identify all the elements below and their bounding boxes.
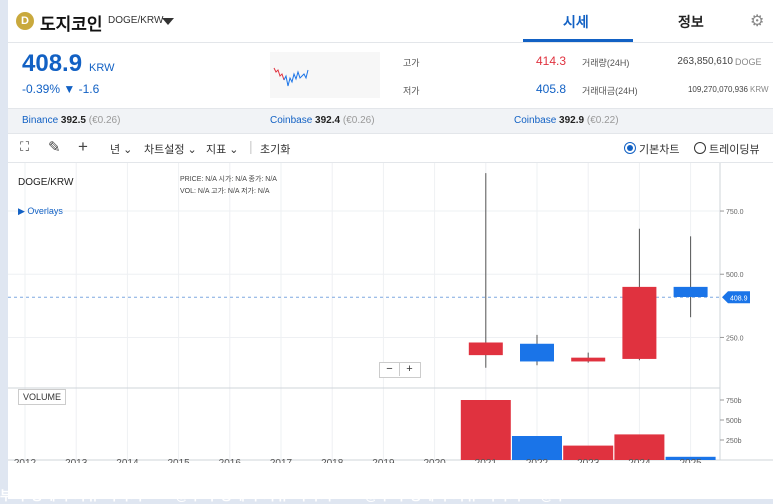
x-tick-label: 2017 — [270, 458, 293, 463]
indicators-button[interactable]: 지표 ⌄ — [206, 141, 239, 157]
x-tick-label: 2020 — [423, 458, 446, 463]
x-tick-label: 2023 — [577, 458, 600, 463]
chart-toolbar: ⛶ ✎ + 년 ⌄ 차트설정 ⌄ 지표 ⌄ | 초기화 기본차트 트레이딩뷰 — [8, 134, 773, 163]
volume-24h-unit: DOGE — [735, 57, 762, 67]
period-select[interactable]: 년 ⌄ — [110, 141, 132, 157]
price-change: -0.39% ▼ -1.6 — [22, 82, 100, 96]
watermark: 부의 경제적 자유 이야기 @부의 경제적 자유 이야기 @부의 경제적 자유 … — [0, 488, 568, 503]
tradingview-label[interactable]: 트레이딩뷰 — [709, 141, 760, 157]
tab-info[interactable]: 정보 — [678, 12, 704, 32]
sparkline-up-segment — [273, 67, 285, 81]
price-unit: KRW — [89, 62, 115, 74]
basic-chart-radio[interactable] — [624, 142, 636, 154]
tradingview-radio[interactable] — [694, 142, 706, 154]
tab-quote[interactable]: 시세 — [563, 12, 589, 32]
chart-pair-label: DOGE/KRW — [18, 177, 74, 188]
toolbar-divider: | — [249, 138, 253, 154]
reset-button[interactable]: 초기화 — [260, 141, 290, 157]
x-tick-label: 2022 — [526, 458, 549, 463]
exchange-item[interactable]: Coinbase 392.9 (€0.22) — [514, 115, 619, 126]
volume-24h-value: 263,850,610 — [677, 56, 733, 67]
pencil-icon[interactable]: ✎ — [48, 138, 61, 156]
chevron-down-icon[interactable] — [162, 18, 174, 25]
ohlc-line-1: PRICE: N/A 시가: N/A 종가: N/A — [180, 176, 277, 183]
chart-panel: D 도지코인 DOGE/KRW 시세 정보 ⚙ 408.9 KRW -0.39%… — [0, 0, 773, 503]
x-tick-label: 2016 — [219, 458, 242, 463]
sparkline-down-segment — [283, 69, 309, 87]
chart-settings-button[interactable]: 차트설정 ⌄ — [144, 141, 197, 157]
overlays-toggle[interactable]: ▶ Overlays — [18, 206, 63, 217]
volume-24h-label: 거래량(24H) — [582, 58, 630, 68]
doge-logo-icon: D — [16, 12, 34, 30]
high-label: 고가 — [403, 58, 420, 68]
ohlc-line-2: VOL: N/A 고가: N/A 저가: N/A — [180, 188, 270, 195]
exchange-item[interactable]: Coinbase 392.4 (€0.26) — [270, 115, 375, 126]
current-price: 408.9 — [22, 50, 83, 77]
fullscreen-icon[interactable]: ⛶ — [20, 139, 29, 155]
exchange-name: Coinbase — [514, 115, 557, 126]
high-value: 414.3 — [535, 54, 566, 68]
exchange-price: 392.4 — [315, 115, 341, 126]
exchange-sub: (€0.22) — [586, 115, 619, 126]
volume-label: VOLUME — [18, 389, 67, 405]
x-tick-label: 2015 — [167, 458, 190, 463]
amount-24h-value: 109,270,070,936 — [687, 85, 748, 94]
candle-body[interactable] — [673, 286, 708, 297]
x-tick-label: 2024 — [628, 458, 651, 463]
y-tick-label: 500.0 — [726, 272, 744, 279]
volume-bar[interactable] — [460, 400, 511, 460]
basic-chart-label[interactable]: 기본차트 — [639, 141, 679, 157]
y-tick-label: 750.0 — [726, 209, 744, 216]
candle-body[interactable] — [571, 357, 606, 362]
tab-active-underline — [523, 39, 633, 42]
volume-bar[interactable] — [614, 434, 665, 460]
x-tick-label: 2014 — [116, 458, 139, 463]
exchange-price: 392.5 — [60, 115, 86, 126]
volume-bar[interactable] — [512, 436, 562, 460]
low-value: 405.8 — [535, 82, 566, 96]
exchange-sub: (€0.26) — [88, 115, 121, 126]
amount-24h-label: 거래대금(24H) — [582, 86, 638, 96]
volume-tick-label: 750b — [726, 398, 742, 405]
sparkline-chart — [270, 52, 380, 98]
x-tick-label: 2018 — [321, 458, 344, 463]
candle-body[interactable] — [468, 342, 503, 356]
chart-svg[interactable]: 750.0 500.0 250.0 750b 500b 250b 408.9 2012 2013… — [8, 163, 773, 469]
x-tick-label: 2012 — [14, 458, 37, 463]
exchange-name: Coinbase — [270, 115, 313, 126]
sparkline-svg — [273, 67, 309, 87]
y-tick-label: 250.0 — [726, 335, 744, 342]
zoom-controls: − + — [379, 362, 421, 378]
candle-body[interactable] — [520, 343, 554, 362]
coin-pair[interactable]: DOGE/KRW — [108, 15, 163, 26]
indicators-label: 지표 — [206, 144, 227, 156]
volume-tick-label: 500b — [726, 418, 742, 425]
exchange-name: Binance — [22, 115, 59, 126]
crosshair-icon[interactable]: + — [78, 137, 88, 157]
current-price-tag-label: 408.9 — [730, 295, 748, 302]
coin-name[interactable]: 도지코인 — [40, 10, 103, 35]
amount-24h-unit: KRW — [750, 85, 769, 94]
exchange-price: 392.9 — [559, 115, 585, 126]
x-tick-label: 2025 — [679, 458, 702, 463]
x-tick-label: 2019 — [372, 458, 395, 463]
volume-tick-label: 250b — [726, 438, 742, 445]
x-tick-label: 2013 — [65, 458, 88, 463]
chart-settings-label: 차트설정 — [144, 144, 185, 156]
zoom-in-button[interactable]: + — [399, 363, 419, 376]
low-label: 저가 — [403, 86, 420, 96]
exchange-item[interactable]: Binance 392.5 (€0.26) — [22, 115, 120, 126]
x-tick-label: 2021 — [475, 458, 498, 463]
exchange-sub: (€0.26) — [342, 115, 375, 126]
candlestick-chart[interactable]: 750.0 500.0 250.0 750b 500b 250b 408.9 2012 2013… — [8, 163, 773, 469]
candle-body[interactable] — [622, 286, 657, 359]
gear-icon[interactable]: ⚙ — [750, 11, 764, 31]
exchange-price-bar: Binance 392.5 (€0.26) Coinbase 392.4 (€0… — [8, 108, 773, 134]
zoom-out-button[interactable]: − — [380, 363, 399, 376]
period-label: 년 — [110, 144, 121, 156]
header: D 도지코인 DOGE/KRW 시세 정보 ⚙ — [8, 0, 773, 43]
